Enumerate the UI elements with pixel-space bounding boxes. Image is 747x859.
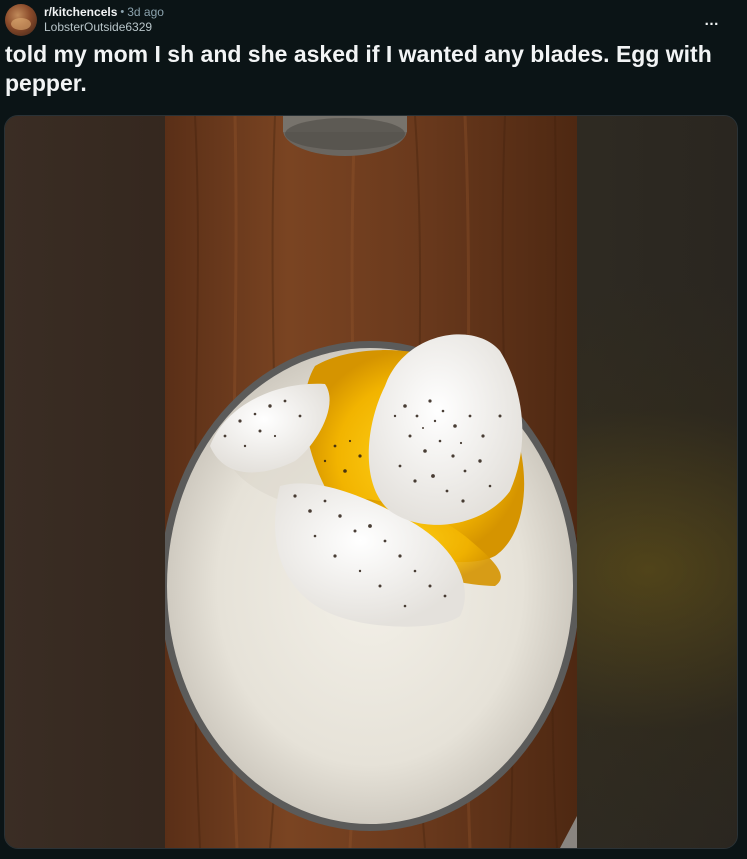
post-title[interactable]: told my mom I sh and she asked if I want…	[5, 40, 725, 98]
author-link[interactable]: LobsterOutside6329	[44, 20, 164, 35]
post-card: r/kitchencels • 3d ago LobsterOutside632…	[0, 0, 747, 859]
more-options-icon[interactable]: …	[701, 9, 723, 31]
post-timestamp: 3d ago	[127, 5, 164, 19]
egg-photo[interactable]	[165, 116, 577, 848]
post-meta: r/kitchencels • 3d ago LobsterOutside632…	[44, 5, 164, 35]
meta-top-row: r/kitchencels • 3d ago	[44, 5, 164, 20]
egg-photo-image	[165, 116, 577, 848]
subreddit-avatar[interactable]	[5, 4, 37, 36]
subreddit-link[interactable]: r/kitchencels	[44, 5, 117, 20]
meta-separator: •	[120, 6, 125, 18]
post-media[interactable]	[4, 115, 738, 849]
post-header: r/kitchencels • 3d ago LobsterOutside632…	[5, 3, 737, 37]
